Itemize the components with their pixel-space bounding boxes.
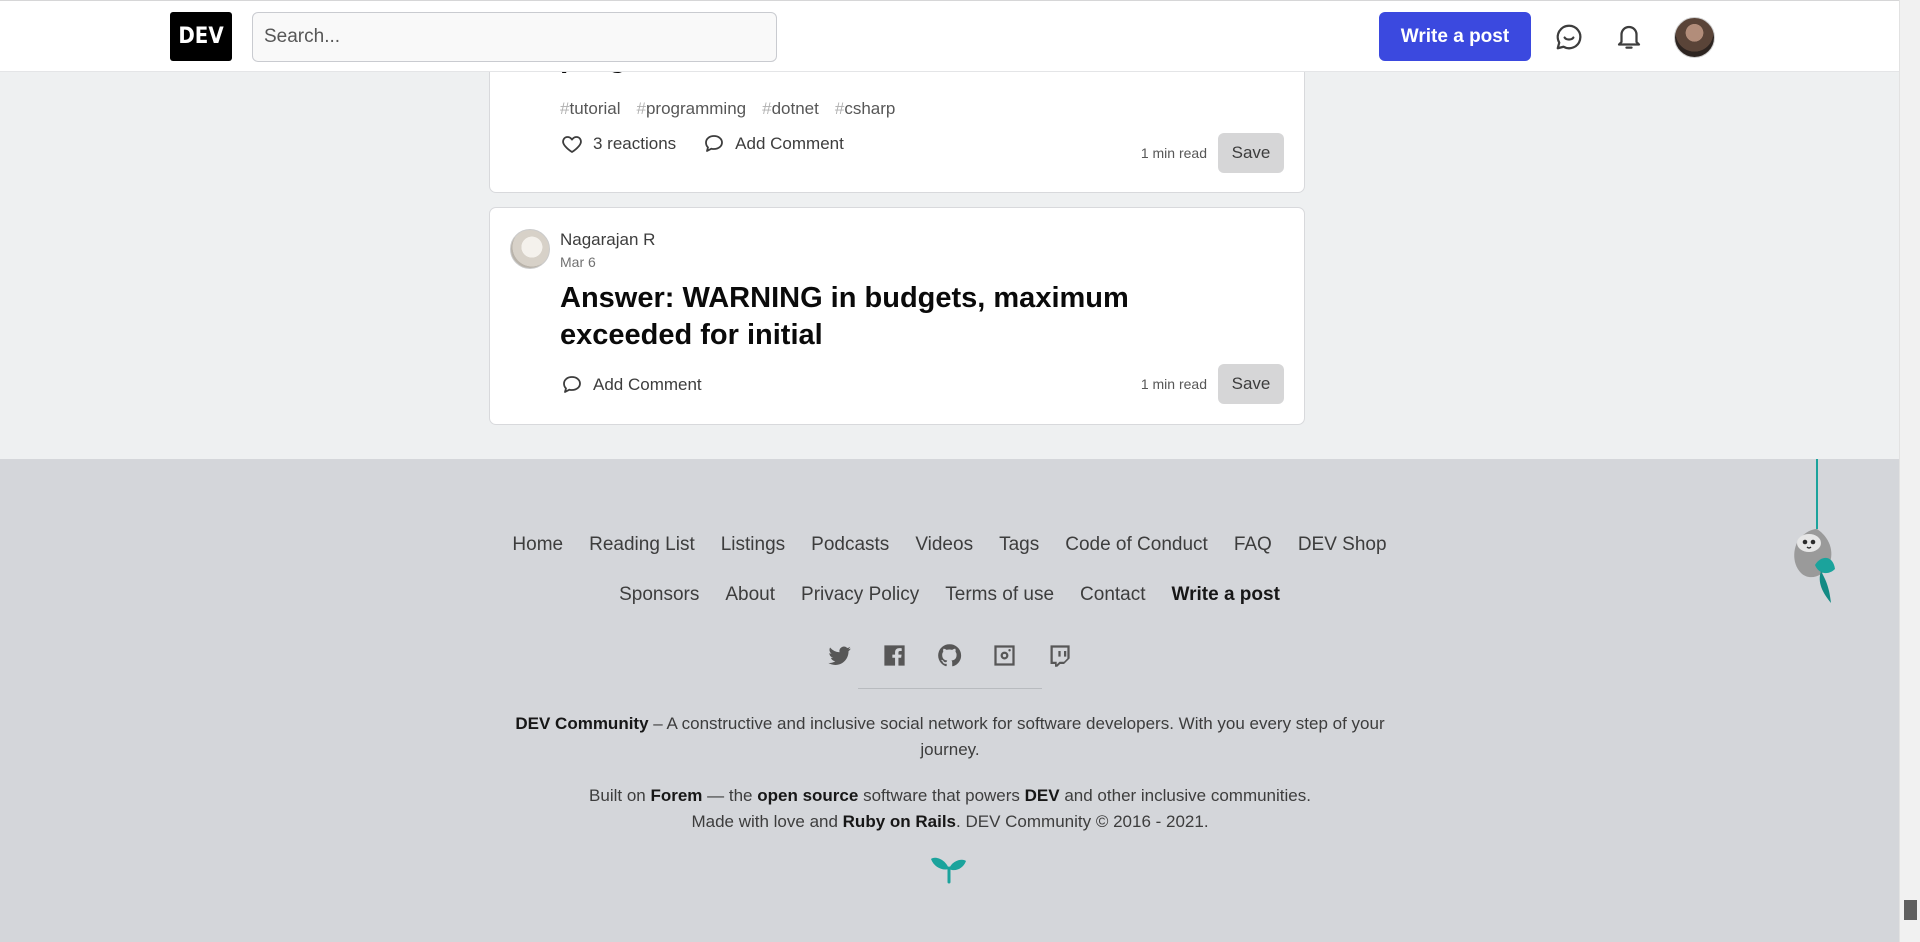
save-button[interactable]: Save xyxy=(1218,364,1284,404)
site-footer: Home Reading List Listings Podcasts Vide… xyxy=(0,459,1899,942)
user-avatar[interactable] xyxy=(1674,17,1715,58)
footer-link-terms-of-use[interactable]: Terms of use xyxy=(945,584,1054,606)
footer-link-reading-list[interactable]: Reading List xyxy=(589,534,695,556)
footer-divider xyxy=(858,688,1042,689)
author-name[interactable]: Nagarajan R xyxy=(560,230,655,250)
github-link[interactable] xyxy=(935,640,965,670)
save-button[interactable]: Save xyxy=(1218,133,1284,173)
top-header: DEV Write a post xyxy=(0,0,1899,72)
footer-link-faq[interactable]: FAQ xyxy=(1234,534,1272,556)
footer-built-on: Built on Forem — the open source softwar… xyxy=(589,786,1311,831)
read-time: 1 min read xyxy=(1140,376,1207,392)
tag-list: #tutorial #programming #dotnet #csharp xyxy=(560,99,895,119)
tag-link[interactable]: #programming xyxy=(637,99,747,119)
tag-link[interactable]: #dotnet xyxy=(762,99,819,119)
author-avatar[interactable] xyxy=(510,229,550,269)
add-comment-button[interactable]: Add Comment xyxy=(702,132,844,156)
footer-tagline: DEV Community – A constructive and inclu… xyxy=(515,714,1385,759)
post-date[interactable]: Mar 6 xyxy=(560,254,596,270)
search-input[interactable] xyxy=(252,12,777,62)
social-links xyxy=(0,640,1899,670)
twitter-link[interactable] xyxy=(825,640,855,670)
instagram-icon xyxy=(994,644,1015,666)
footer-link-home[interactable]: Home xyxy=(512,534,563,556)
heart-icon xyxy=(562,136,582,153)
scrollbar-thumb[interactable] xyxy=(1904,900,1917,920)
tag-link[interactable]: #tutorial xyxy=(560,99,621,119)
add-comment-button[interactable]: Add Comment xyxy=(560,373,702,397)
write-post-button[interactable]: Write a post xyxy=(1379,12,1531,61)
dev-logo[interactable]: DEV xyxy=(170,12,232,61)
ruby-on-rails-link[interactable]: Ruby on Rails xyxy=(843,812,956,831)
facebook-icon xyxy=(884,644,905,666)
post-title[interactable]: Answer: WARNING in budgets, maximum exce… xyxy=(560,280,1260,354)
dev-link[interactable]: DEV xyxy=(1025,786,1060,805)
comment-icon xyxy=(563,376,581,393)
footer-nav-secondary: Sponsors About Privacy Policy Terms of u… xyxy=(0,584,1899,606)
footer-brand[interactable]: DEV Community xyxy=(515,714,648,733)
twitter-icon xyxy=(828,646,851,665)
footer-link-videos[interactable]: Videos xyxy=(915,534,973,556)
post-actions: Add Comment xyxy=(560,373,702,397)
facebook-link[interactable] xyxy=(880,640,910,670)
comment-icon xyxy=(705,135,724,152)
bell-icon xyxy=(1617,25,1641,49)
footer-link-contact[interactable]: Contact xyxy=(1080,584,1145,606)
footer-link-about[interactable]: About xyxy=(725,584,775,606)
post-actions: 3 reactions Add Comment xyxy=(560,132,844,156)
footer-link-dev-shop[interactable]: DEV Shop xyxy=(1298,534,1387,556)
footer-link-code-of-conduct[interactable]: Code of Conduct xyxy=(1065,534,1208,556)
chat-bubble-icon xyxy=(1556,24,1582,50)
page-scrollbar[interactable] xyxy=(1899,0,1920,942)
footer-link-tags[interactable]: Tags xyxy=(999,534,1039,556)
reactions-button[interactable]: 3 reactions xyxy=(560,132,676,156)
footer-link-podcasts[interactable]: Podcasts xyxy=(811,534,889,556)
messages-button[interactable] xyxy=(1549,17,1589,57)
forem-link[interactable]: Forem xyxy=(650,786,702,805)
footer-link-listings[interactable]: Listings xyxy=(721,534,785,556)
post-card[interactable]: Nagarajan R Mar 6 Answer: WARNING in bud… xyxy=(489,207,1305,425)
read-time: 1 min read xyxy=(1140,145,1207,161)
notifications-button[interactable] xyxy=(1609,17,1649,57)
footer-link-privacy-policy[interactable]: Privacy Policy xyxy=(801,584,919,606)
github-icon xyxy=(938,643,962,666)
sloth-mascot-icon xyxy=(1794,459,1835,603)
footer-link-sponsors[interactable]: Sponsors xyxy=(619,584,699,606)
footer-nav-primary: Home Reading List Listings Podcasts Vide… xyxy=(0,534,1899,556)
forem-sprout-icon xyxy=(931,857,966,884)
instagram-link[interactable] xyxy=(990,640,1020,670)
footer-link-write-a-post[interactable]: Write a post xyxy=(1172,584,1280,606)
twitch-link[interactable] xyxy=(1045,640,1075,670)
twitch-icon xyxy=(1050,644,1070,667)
open-source-link[interactable]: open source xyxy=(757,786,858,805)
tag-link[interactable]: #csharp xyxy=(835,99,896,119)
